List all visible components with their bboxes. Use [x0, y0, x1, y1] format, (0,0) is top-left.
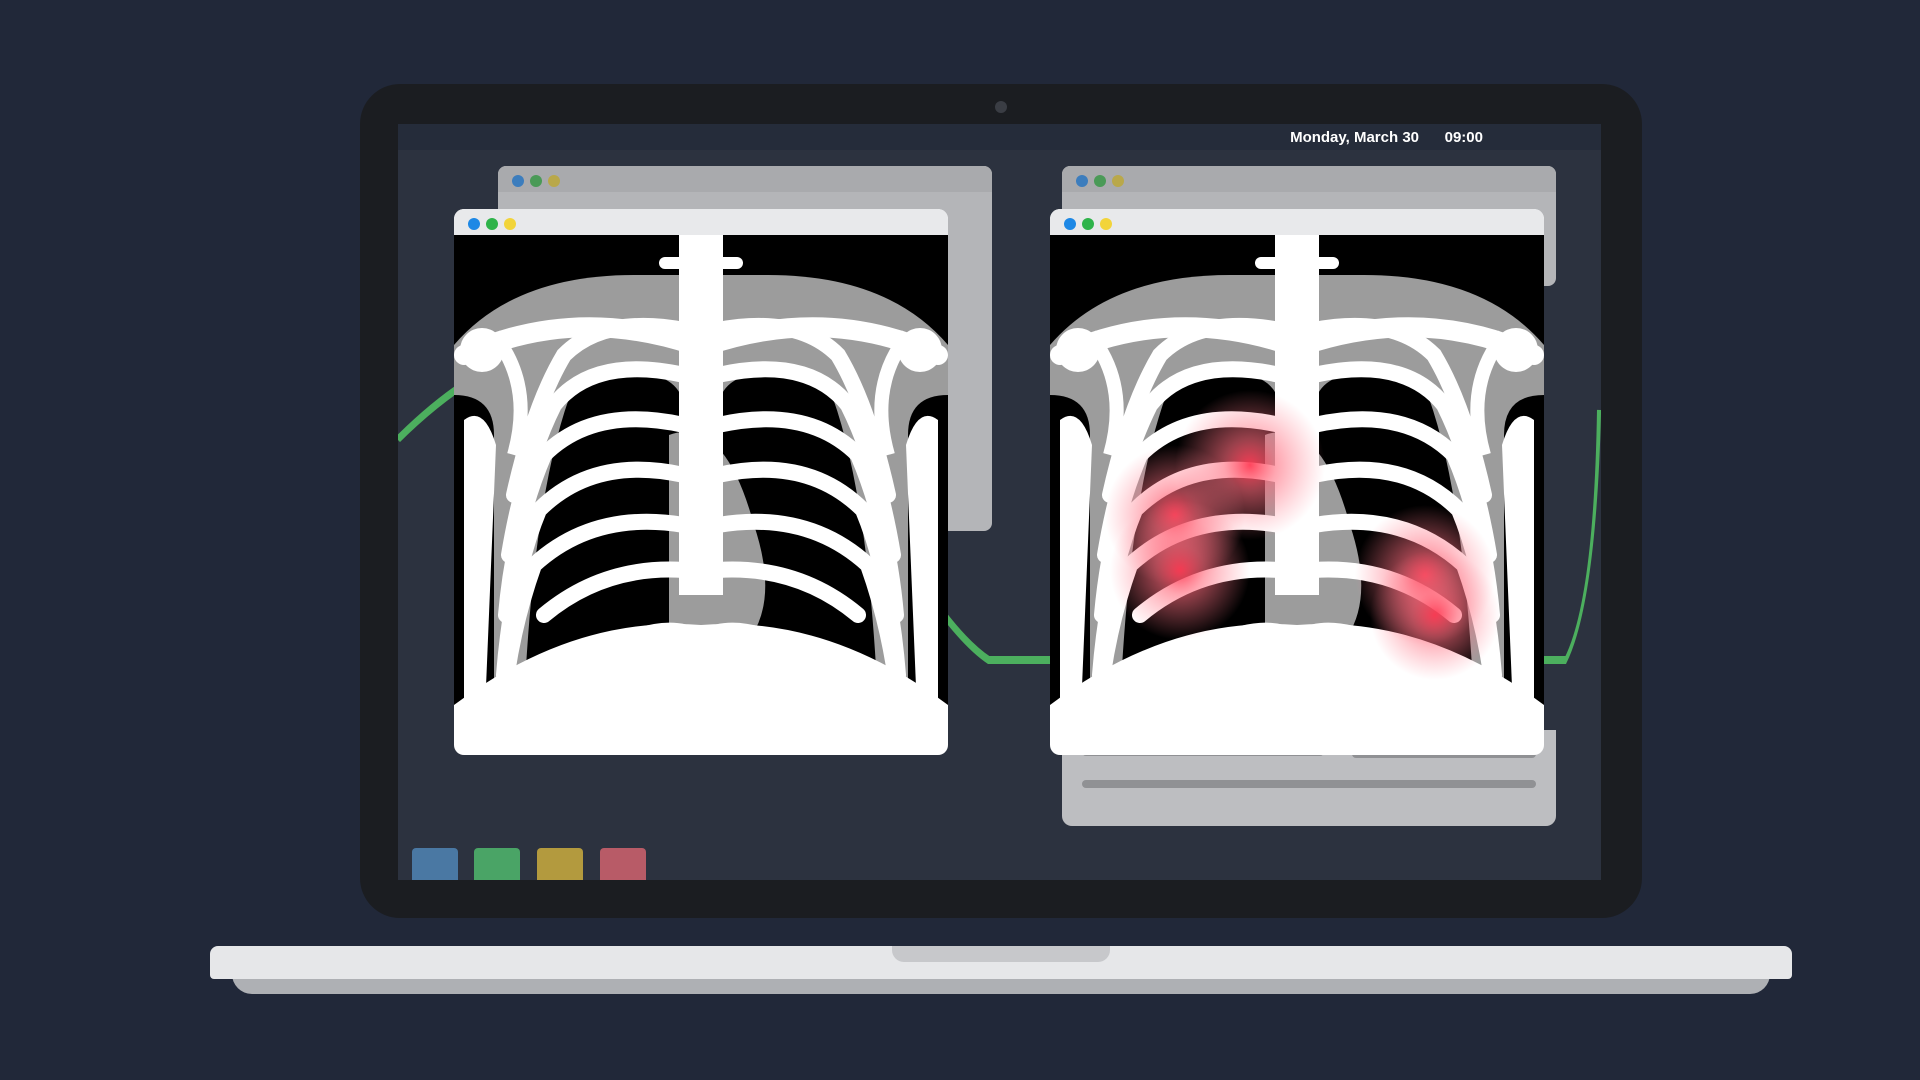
close-dot-icon[interactable]	[1076, 175, 1088, 187]
zoom-dot-icon[interactable]	[504, 218, 516, 230]
close-dot-icon[interactable]	[1064, 218, 1076, 230]
minimize-dot-icon[interactable]	[1082, 218, 1094, 230]
ghost-window-titlebar[interactable]	[1062, 166, 1556, 192]
xray-window-original[interactable]	[454, 209, 948, 755]
laptop-notch	[892, 946, 1110, 962]
abnormality-highlight	[1110, 500, 1250, 640]
screen: Monday, March 30 09:00	[398, 124, 1601, 880]
report-line	[1082, 780, 1536, 788]
minimize-dot-icon[interactable]	[1094, 175, 1106, 187]
zoom-dot-icon[interactable]	[1100, 218, 1112, 230]
camera-icon	[995, 101, 1007, 113]
close-dot-icon[interactable]	[512, 175, 524, 187]
minimize-dot-icon[interactable]	[530, 175, 542, 187]
dock-app-blue[interactable]	[412, 848, 458, 880]
dock-app-yellow[interactable]	[537, 848, 583, 880]
zoom-dot-icon[interactable]	[548, 175, 560, 187]
ghost-window-titlebar[interactable]	[498, 166, 992, 192]
menubar: Monday, March 30 09:00	[398, 124, 1601, 150]
chest-xray-image-highlighted	[1050, 235, 1544, 735]
window-titlebar[interactable]	[454, 209, 948, 235]
minimize-dot-icon[interactable]	[486, 218, 498, 230]
dock-app-green[interactable]	[474, 848, 520, 880]
zoom-dot-icon[interactable]	[1112, 175, 1124, 187]
abnormality-highlight	[1370, 550, 1500, 680]
dock-app-red[interactable]	[600, 848, 646, 880]
desktop	[398, 150, 1601, 880]
menubar-date: Monday, March 30	[1290, 129, 1419, 146]
xray-window-analyzed[interactable]	[1050, 209, 1544, 755]
close-dot-icon[interactable]	[468, 218, 480, 230]
window-titlebar[interactable]	[1050, 209, 1544, 235]
menubar-time: 09:00	[1444, 129, 1483, 146]
chest-xray-image	[454, 235, 948, 735]
